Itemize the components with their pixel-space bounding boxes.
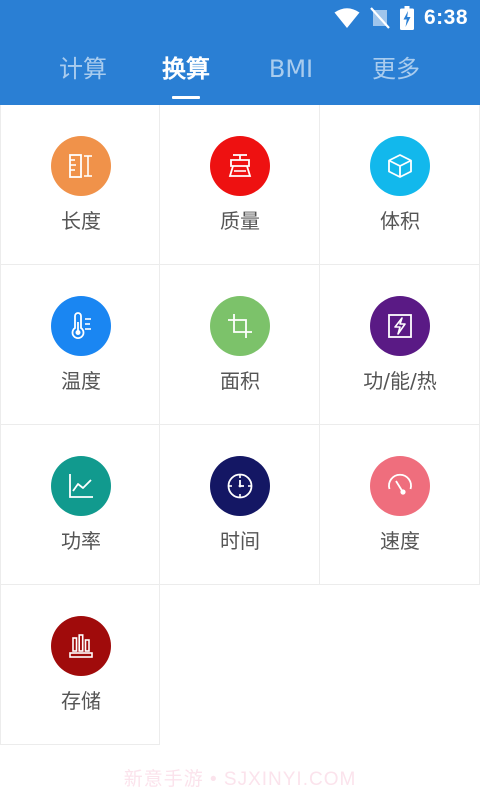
grid-item-label: 体积 <box>380 209 420 233</box>
grid-item-area[interactable]: 面积 <box>160 265 320 425</box>
ruler-icon <box>69 154 92 178</box>
tab-bar: 计算 换算 BMI 更多 <box>0 46 480 96</box>
thermometer-icon <box>71 312 91 339</box>
battery-charging-icon <box>399 6 414 30</box>
grid-item-label: 速度 <box>380 529 420 553</box>
line-chart-icon-circle <box>51 456 111 516</box>
ruler-icon-circle <box>51 136 111 196</box>
gauge-icon-circle <box>370 456 430 516</box>
grid-item-temperature[interactable]: 温度 <box>0 265 160 425</box>
grid-item-label: 面积 <box>220 369 260 393</box>
status-time: 6:38 <box>423 6 468 29</box>
grid-item-power[interactable]: 功率 <box>0 425 160 585</box>
gauge-icon <box>388 473 412 495</box>
tab-bmi[interactable]: BMI <box>241 46 341 92</box>
grid-item-mass[interactable]: 质量 <box>160 105 320 265</box>
tab-indicator <box>172 96 200 99</box>
grid-item-label: 存储 <box>61 689 101 713</box>
status-bar: 6:38 <box>0 0 480 36</box>
watermark: 新意手游 • SJXINYI.COM <box>123 769 357 790</box>
storage-icon <box>69 634 93 658</box>
grid-item-speed[interactable]: 速度 <box>320 425 480 585</box>
scale-icon <box>228 154 252 177</box>
lightning-icon-circle <box>370 296 430 356</box>
tab-more[interactable]: 更多 <box>346 46 446 92</box>
no-signal-icon <box>370 7 390 29</box>
crop-icon-circle <box>210 296 270 356</box>
storage-icon-circle <box>51 616 111 676</box>
grid-item-label: 长度 <box>61 209 101 233</box>
wifi-icon <box>334 8 360 28</box>
app-header: 6:38 计算 换算 BMI 更多 <box>0 0 480 105</box>
clock-icon-circle <box>210 456 270 516</box>
scale-icon-circle <box>210 136 270 196</box>
grid-item-label: 温度 <box>61 369 101 393</box>
clock-icon <box>227 473 253 499</box>
lightning-icon <box>388 314 412 338</box>
grid-item-volume[interactable]: 体积 <box>320 105 480 265</box>
grid-item-length[interactable]: 长度 <box>0 105 160 265</box>
thermometer-icon-circle <box>51 296 111 356</box>
grid-item-label: 质量 <box>220 209 260 233</box>
grid-item-time[interactable]: 时间 <box>160 425 320 585</box>
line-chart-icon <box>69 474 93 498</box>
grid-item-label: 功率 <box>61 529 101 553</box>
cube-icon-circle <box>370 136 430 196</box>
grid-item-label: 时间 <box>220 529 260 553</box>
grid-item-storage[interactable]: 存储 <box>0 585 160 745</box>
grid-item-label: 功/能/热 <box>363 369 437 393</box>
tab-convert[interactable]: 换算 <box>136 46 236 92</box>
crop-icon <box>228 314 252 338</box>
cube-icon <box>388 154 412 178</box>
tab-calculate[interactable]: 计算 <box>33 46 133 92</box>
grid-item-energy[interactable]: 功/能/热 <box>320 265 480 425</box>
